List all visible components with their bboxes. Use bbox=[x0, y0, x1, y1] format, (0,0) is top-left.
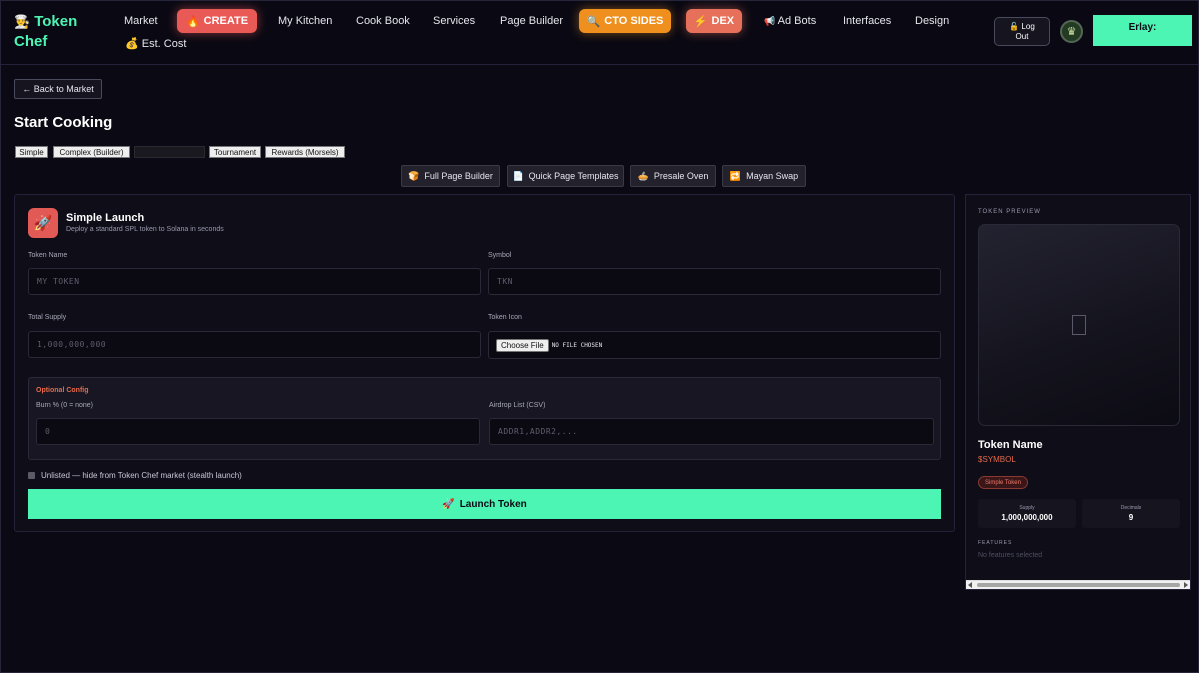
total-supply-input[interactable]: 1,000,000,000 bbox=[28, 331, 481, 358]
preview-token-name: Token Name bbox=[978, 439, 1043, 451]
token-name-label: Token Name bbox=[28, 252, 68, 259]
nav-interfaces[interactable]: Interfaces bbox=[843, 15, 891, 28]
unlisted-label: Unlisted — hide from Token Chef market (… bbox=[41, 471, 242, 480]
logo-text-chef: Chef bbox=[14, 33, 48, 50]
scroll-left-icon[interactable] bbox=[968, 582, 972, 588]
top-nav-bar: 👨‍🍳 Token Chef Market 🔥 CREATE My Kitchen… bbox=[1, 1, 1198, 65]
presale-oven-label: Presale Oven bbox=[653, 171, 709, 181]
nav-market[interactable]: Market bbox=[124, 15, 158, 28]
features-empty-text: No features selected bbox=[978, 552, 1043, 559]
page-title: Start Cooking bbox=[14, 114, 113, 131]
full-page-builder-label: Full Page Builder bbox=[424, 171, 493, 181]
decimals-stat: Decimals 9 bbox=[1082, 499, 1180, 528]
nav-my-kitchen[interactable]: My Kitchen bbox=[278, 15, 332, 28]
chef-icon: 👨‍🍳 bbox=[14, 14, 31, 29]
nav-ad-bots[interactable]: 📢 Ad Bots bbox=[764, 15, 816, 28]
lightning-icon: ⚡ bbox=[693, 15, 708, 28]
token-name-input[interactable]: MY TOKEN bbox=[28, 268, 481, 295]
token-icon-label: Token Icon bbox=[488, 314, 522, 321]
nav-services[interactable]: Services bbox=[433, 15, 475, 28]
unlock-icon: 🔓 bbox=[1009, 21, 1020, 31]
burn-input[interactable]: 0 bbox=[36, 418, 480, 445]
nav-create-button[interactable]: 🔥 CREATE bbox=[177, 9, 257, 33]
symbol-input[interactable]: TKN bbox=[488, 268, 941, 295]
nav-design[interactable]: Design bbox=[915, 15, 949, 28]
back-to-market-button[interactable]: ← Back to Market bbox=[14, 79, 102, 99]
token-type-badge: Simple Token bbox=[978, 476, 1028, 489]
nav-dex-label: DEX bbox=[711, 15, 735, 27]
rocket-icon: 🚀 bbox=[28, 208, 58, 238]
rocket-icon: 🚀 bbox=[442, 498, 455, 510]
token-preview-panel: TOKEN PREVIEW Token Name $SYMBOL Simple … bbox=[965, 194, 1191, 590]
choose-file-button[interactable]: Choose File bbox=[496, 338, 549, 352]
simple-launch-card: 🚀 Simple Launch Deploy a standard SPL to… bbox=[14, 194, 955, 532]
money-bag-icon: 💰 bbox=[125, 38, 139, 50]
logout-label-2: Out bbox=[1015, 31, 1029, 41]
app-logo[interactable]: 👨‍🍳 Token Chef bbox=[14, 12, 104, 52]
nav-cook-book[interactable]: Cook Book bbox=[356, 15, 410, 28]
est-cost-link[interactable]: 💰 Est. Cost bbox=[125, 37, 186, 50]
magnifier-icon: 🔍 bbox=[586, 15, 601, 28]
decimals-stat-label: Decimals bbox=[1120, 505, 1142, 511]
preview-token-symbol: $SYMBOL bbox=[978, 455, 1016, 464]
tab-hidden bbox=[134, 146, 205, 158]
unlisted-checkbox[interactable] bbox=[28, 472, 35, 479]
scroll-thumb[interactable] bbox=[977, 583, 1180, 587]
crest-icon: ♛ bbox=[1066, 26, 1077, 38]
launch-token-button[interactable]: 🚀 Launch Token bbox=[28, 489, 941, 519]
decimals-stat-value: 9 bbox=[1128, 513, 1134, 522]
nav-cto-label: CTO SIDES bbox=[604, 15, 664, 27]
nav-ad-bots-label: Ad Bots bbox=[777, 15, 817, 27]
pie-icon: 🥧 bbox=[637, 170, 649, 181]
token-icon-file-input[interactable]: Choose File NO FILE CHOSEN bbox=[488, 331, 941, 359]
quick-templates-label: Quick Page Templates bbox=[528, 171, 619, 181]
nav-page-builder[interactable]: Page Builder bbox=[500, 15, 563, 28]
burn-label: Burn % (0 = none) bbox=[36, 402, 94, 409]
airdrop-label: Airdrop List (CSV) bbox=[489, 402, 546, 409]
avatar[interactable]: ♛ bbox=[1060, 20, 1083, 43]
mayan-swap-button[interactable]: 🔁 Mayan Swap bbox=[722, 165, 806, 187]
document-icon: 📄 bbox=[512, 170, 524, 181]
no-file-text: NO FILE CHOSEN bbox=[551, 341, 603, 349]
nav-dex-button[interactable]: ⚡ DEX bbox=[686, 9, 742, 33]
swap-icon: 🔁 bbox=[729, 170, 742, 181]
horizontal-scrollbar[interactable] bbox=[966, 580, 1190, 589]
wallet-button[interactable]: Erlay: bbox=[1093, 15, 1192, 46]
est-cost-label: Est. Cost bbox=[141, 38, 187, 50]
logout-button[interactable]: 🔓 Log Out bbox=[994, 17, 1050, 46]
optional-config-panel: Optional Config Burn % (0 = none) 0 Aird… bbox=[28, 377, 941, 460]
supply-stat: Supply 1,000,000,000 bbox=[978, 499, 1076, 528]
scroll-right-icon[interactable] bbox=[1184, 582, 1188, 588]
symbol-label: Symbol bbox=[488, 252, 512, 259]
megaphone-icon: 📢 bbox=[764, 16, 776, 26]
full-page-builder-button[interactable]: 🍞 Full Page Builder bbox=[401, 165, 500, 187]
preview-title: TOKEN PREVIEW bbox=[978, 209, 1041, 215]
image-placeholder-icon bbox=[1072, 315, 1086, 335]
features-title: FEATURES bbox=[978, 540, 1013, 546]
launch-token-label: Launch Token bbox=[459, 498, 527, 510]
presale-oven-button[interactable]: 🥧 Presale Oven bbox=[630, 165, 716, 187]
unlisted-option[interactable]: Unlisted — hide from Token Chef market (… bbox=[28, 471, 242, 480]
nav-cto-sides-button[interactable]: 🔍 CTO SIDES bbox=[579, 9, 671, 33]
optional-config-title: Optional Config bbox=[36, 387, 89, 394]
total-supply-label: Total Supply bbox=[28, 314, 67, 321]
tab-simple[interactable]: Simple bbox=[15, 146, 48, 158]
tab-rewards[interactable]: Rewards (Morsels) bbox=[265, 146, 345, 158]
mayan-swap-label: Mayan Swap bbox=[746, 171, 799, 181]
fire-icon: 🔥 bbox=[185, 15, 200, 28]
bread-icon: 🍞 bbox=[408, 170, 420, 181]
token-image-placeholder bbox=[978, 224, 1180, 426]
card-subtitle: Deploy a standard SPL token to Solana in… bbox=[66, 226, 224, 233]
tab-tournament[interactable]: Tournament bbox=[209, 146, 261, 158]
quick-page-templates-button[interactable]: 📄 Quick Page Templates bbox=[507, 165, 624, 187]
logo-text-token: Token bbox=[34, 13, 78, 30]
airdrop-input[interactable]: ADDR1,ADDR2,... bbox=[489, 418, 934, 445]
nav-create-label: CREATE bbox=[203, 15, 249, 27]
supply-stat-value: 1,000,000,000 bbox=[1001, 513, 1053, 522]
card-title: Simple Launch bbox=[66, 212, 145, 224]
tab-complex-builder[interactable]: Complex (Builder) bbox=[53, 146, 130, 158]
supply-stat-label: Supply bbox=[1019, 505, 1035, 511]
logout-label-1: Log bbox=[1021, 21, 1035, 31]
